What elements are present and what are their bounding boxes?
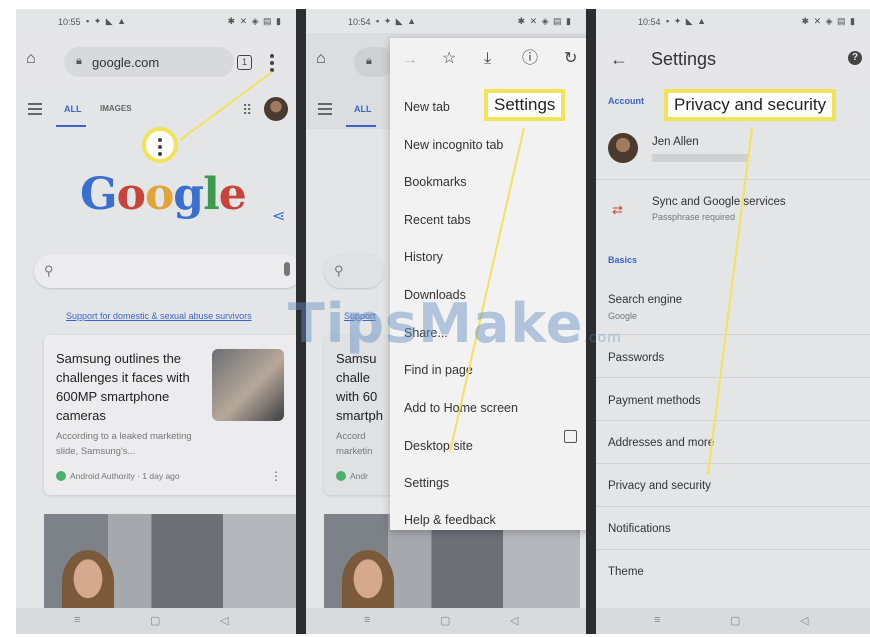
pointer-line-settings xyxy=(449,127,525,453)
tutorial-screenshot: 10:55 ▪ ✦ ◣ ▲ ✱ ✕ ◈ ▤ ▮ ⌂ 🔒︎ google.com … xyxy=(0,0,870,637)
pointer-line-menu xyxy=(179,71,273,141)
watermark-text: TipsMake xyxy=(288,292,584,355)
watermark: TipsMake.com xyxy=(288,292,622,355)
pointer-line-privacy xyxy=(707,127,753,475)
watermark-suffix: .com xyxy=(583,330,622,346)
